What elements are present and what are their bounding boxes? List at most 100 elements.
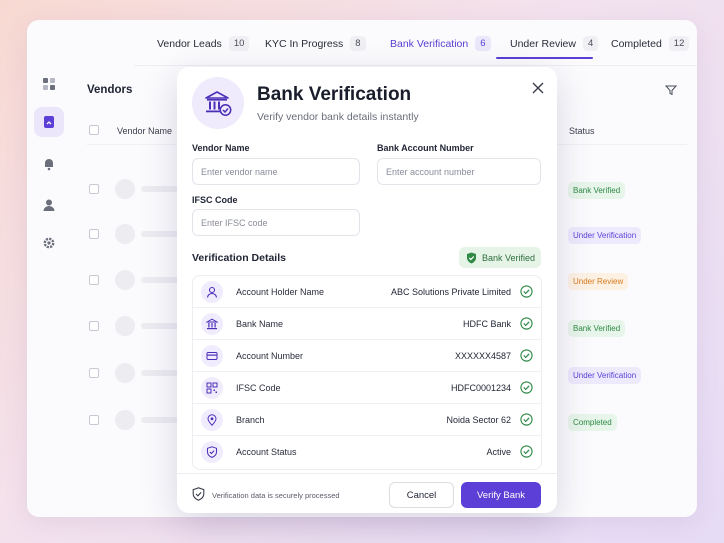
tab-count-badge: 6	[475, 36, 491, 51]
status-badge: Completed	[568, 414, 617, 431]
status-badge: Under Verification	[568, 367, 642, 384]
detail-icon-wrap	[201, 409, 223, 431]
vendors-title: Vendors	[87, 84, 133, 96]
tab-completed[interactable]: Completed 12	[611, 36, 690, 51]
status-badge: Bank Verified	[568, 320, 626, 337]
tab-bank-verification[interactable]: Bank Verification 6	[390, 36, 491, 51]
user-icon	[206, 286, 218, 298]
tab-label: Vendor Leads	[157, 37, 222, 50]
bank-verification-modal: Bank Verification Verify vendor bank det…	[177, 67, 557, 513]
detail-icon-wrap	[201, 313, 223, 335]
detail-value: XXXXXX4587	[454, 351, 511, 361]
avatar	[115, 363, 135, 383]
avatar	[115, 224, 135, 244]
vendor-name-label: Vendor Name	[192, 143, 250, 153]
tab-vendor-leads[interactable]: Vendor Leads 10	[157, 36, 250, 51]
row-checkbox[interactable]	[89, 229, 99, 239]
select-all-checkbox[interactable]	[89, 125, 99, 135]
avatar	[115, 316, 135, 336]
row-checkbox[interactable]	[89, 184, 99, 194]
account-number-input[interactable]	[377, 158, 541, 185]
modal-icon-badge	[192, 77, 244, 129]
filter-icon[interactable]	[665, 84, 677, 96]
avatar	[115, 179, 135, 199]
sidebar-item-documents[interactable]	[34, 107, 64, 137]
check-circle-icon	[520, 381, 533, 394]
check-circle-icon	[520, 445, 533, 458]
close-icon[interactable]	[530, 80, 546, 96]
tab-count-badge: 12	[668, 36, 690, 51]
modal-subtitle: Verify vendor bank details instantly	[257, 111, 419, 123]
verification-details-title: Verification Details	[192, 252, 286, 264]
sidebar	[27, 20, 71, 517]
shield-check-icon	[192, 487, 205, 501]
verify-bank-button[interactable]: Verify Bank	[461, 482, 541, 508]
detail-label: Account Status	[236, 447, 297, 457]
detail-row-branch: Branch Noida Sector 62	[193, 404, 541, 436]
verification-details-list: Account Holder Name ABC Solutions Privat…	[192, 275, 542, 470]
column-header-vendor-name: Vendor Name	[117, 126, 173, 136]
user-icon	[43, 199, 55, 211]
detail-icon-wrap	[201, 377, 223, 399]
detail-label: Bank Name	[236, 319, 284, 329]
qr-icon	[206, 382, 218, 394]
detail-value: Active	[486, 447, 511, 457]
avatar	[115, 410, 135, 430]
detail-row-bank-name: Bank Name HDFC Bank	[193, 308, 541, 340]
tab-label: Under Review	[510, 37, 576, 50]
secure-processing-note: Verification data is securely processed	[212, 491, 340, 500]
tab-count-badge: 4	[582, 36, 599, 51]
detail-icon-wrap	[201, 281, 223, 303]
row-checkbox[interactable]	[89, 368, 99, 378]
bank-icon	[206, 318, 218, 330]
detail-value: Noida Sector 62	[446, 415, 511, 425]
detail-label: IFSC Code	[236, 383, 281, 393]
detail-icon-wrap	[201, 345, 223, 367]
sidebar-item-users[interactable]	[34, 190, 64, 220]
detail-row-ifsc: IFSC Code HDFC0001234	[193, 372, 541, 404]
status-badge: Bank Verified	[568, 182, 626, 199]
tab-label: KYC In Progress	[265, 37, 344, 50]
card-icon	[206, 352, 218, 360]
cancel-button[interactable]: Cancel	[389, 482, 454, 508]
row-checkbox[interactable]	[89, 321, 99, 331]
avatar	[115, 270, 135, 290]
document-icon	[44, 116, 54, 128]
bank-verified-badge: Bank Verified	[459, 247, 541, 268]
gear-icon	[43, 237, 55, 249]
tab-under-review[interactable]: Under Review 4	[510, 36, 599, 51]
modal-footer: Verification data is securely processed …	[177, 473, 557, 513]
check-circle-icon	[520, 317, 533, 330]
tab-count-badge: 10	[228, 36, 250, 51]
location-pin-icon	[207, 414, 217, 426]
row-checkbox[interactable]	[89, 275, 99, 285]
detail-value: ABC Solutions Private Limited	[390, 287, 511, 297]
detail-row-account-number: Account Number XXXXXX4587	[193, 340, 541, 372]
sidebar-item-settings[interactable]	[34, 228, 64, 258]
vendor-name-input[interactable]	[192, 158, 360, 185]
bank-verified-label: Bank Verified	[482, 252, 536, 263]
check-circle-icon	[520, 285, 533, 298]
shield-check-icon	[467, 252, 476, 263]
detail-label: Branch	[236, 415, 265, 425]
tab-label: Bank Verification	[390, 37, 469, 50]
tab-kyc-in-progress[interactable]: KYC In Progress 8	[265, 36, 366, 51]
status-badge: Under Review	[568, 273, 629, 290]
dashboard-icon	[43, 78, 55, 90]
tab-count-badge: 8	[350, 36, 366, 51]
detail-label: Account Number	[236, 351, 304, 361]
detail-icon-wrap	[201, 441, 223, 463]
sidebar-item-notifications[interactable]	[34, 149, 64, 179]
bank-check-icon	[205, 91, 232, 116]
sidebar-item-dashboard[interactable]	[34, 69, 64, 99]
column-header-status: Status	[569, 126, 595, 136]
modal-title: Bank Verification	[257, 84, 412, 105]
detail-value: HDFC0001234	[450, 383, 511, 393]
check-circle-icon	[520, 413, 533, 426]
active-tab-indicator	[496, 57, 593, 59]
detail-row-account-holder: Account Holder Name ABC Solutions Privat…	[193, 276, 541, 308]
row-checkbox[interactable]	[89, 415, 99, 425]
detail-label: Account Holder Name	[236, 287, 325, 297]
account-number-label: Bank Account Number	[377, 143, 474, 153]
ifsc-code-input[interactable]	[192, 209, 360, 236]
